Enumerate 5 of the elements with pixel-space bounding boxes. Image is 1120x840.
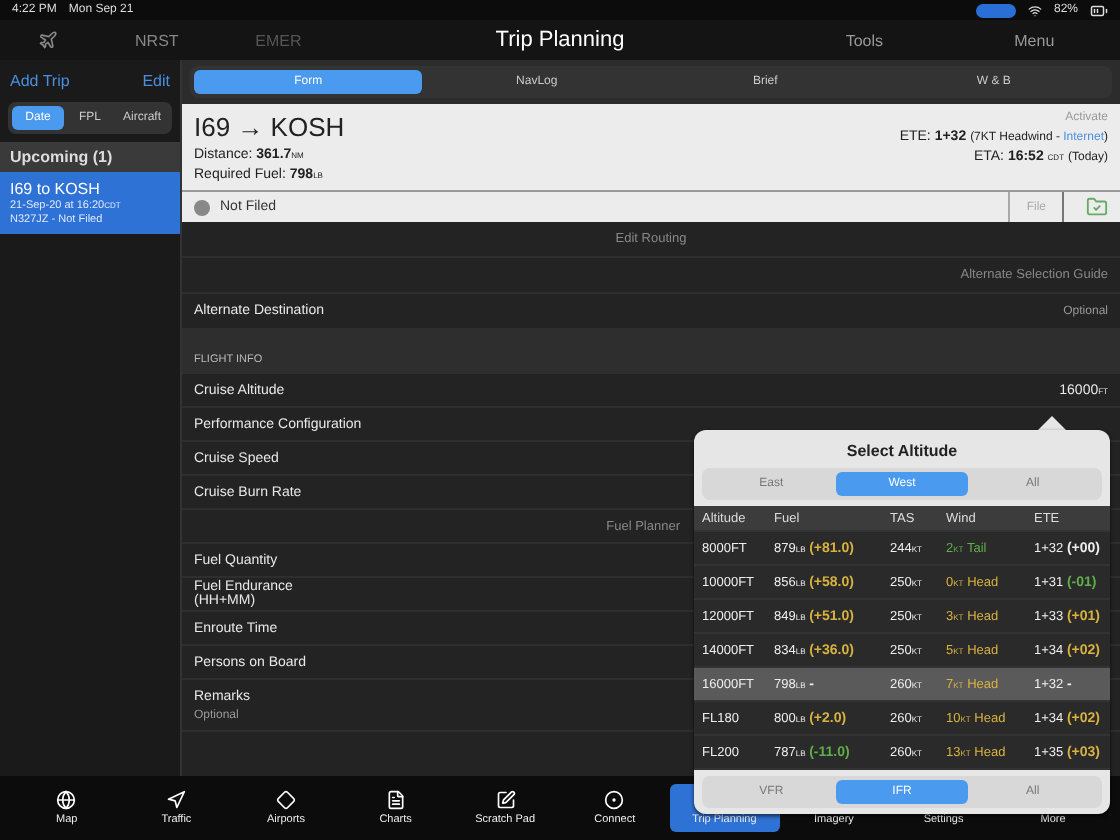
trip-title: I69 to KOSH <box>10 180 102 198</box>
route-title: I69 → KOSH <box>194 112 345 142</box>
section-header: Upcoming (1) <box>0 142 180 172</box>
popover-title: Select Altitude <box>844 440 960 464</box>
window-title: Trip Planning <box>493 28 627 52</box>
